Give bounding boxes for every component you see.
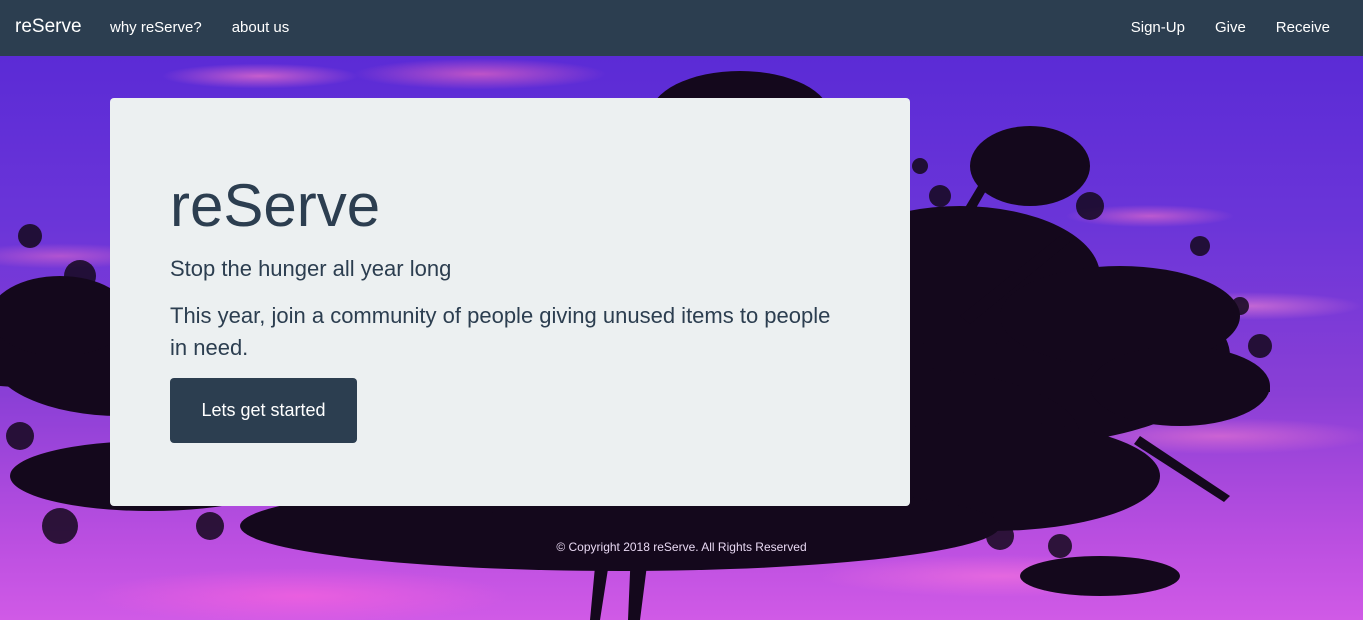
get-started-button[interactable]: Lets get started [170,378,357,443]
brand-link[interactable]: reServe [15,14,82,40]
hero-lead-text: This year, join a community of people gi… [170,303,831,360]
hero-tagline: Stop the hunger all year long [170,256,452,281]
nav-link-about-us[interactable]: about us [232,18,290,38]
nav-link-why-reserve[interactable]: why reServe? [110,18,202,38]
hero-card: reServe Stop the hunger all year long Th… [110,98,910,506]
hero-title: reServe [170,172,381,239]
nav-link-give[interactable]: Give [1215,18,1246,38]
nav-link-receive[interactable]: Receive [1276,18,1330,38]
top-navbar: reServe why reServe? about us Sign-Up Gi… [0,0,1363,56]
page: reServe why reServe? about us Sign-Up Gi… [0,0,1363,620]
nav-left-group: why reServe? about us [110,0,289,56]
nav-link-sign-up[interactable]: Sign-Up [1131,18,1185,38]
nav-right-group: Sign-Up Give Receive [1131,0,1330,56]
footer-copyright: © Copyright 2018 reServe. All Rights Res… [556,540,807,554]
